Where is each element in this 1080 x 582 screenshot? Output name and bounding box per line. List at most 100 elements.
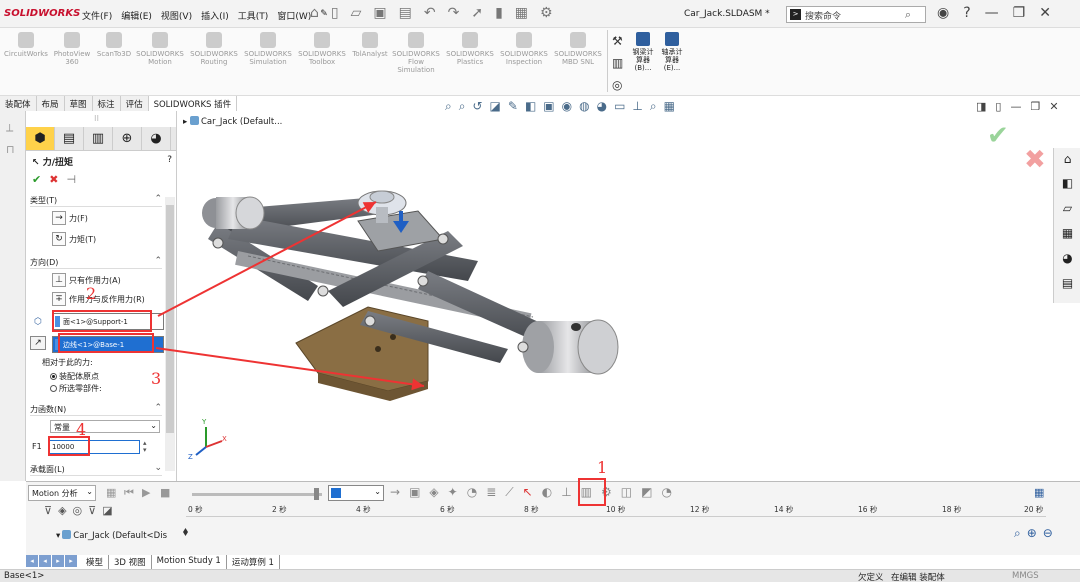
tab-layout[interactable]: 布局 [36, 96, 65, 111]
tab-evaluate[interactable]: 评估 [120, 96, 149, 111]
motion-tree-row[interactable]: ▾ Car_Jack (Default<Dis [56, 530, 167, 541]
zoom-to-fit-timeline-icon[interactable]: ⌕ [1014, 526, 1021, 541]
collapse-chevron-icon[interactable]: ⌃ [154, 403, 162, 413]
rebuild-icon[interactable]: ▮ [495, 5, 503, 21]
save-icon[interactable]: ▣ [373, 5, 386, 21]
ribbon-simulation[interactable]: SOLIDWORKS Simulation [242, 32, 294, 66]
type-section-header[interactable]: 类型(T) ⌃ [30, 194, 162, 207]
file-properties-icon[interactable]: ▦ [515, 5, 528, 21]
status-units[interactable]: MMGS [1012, 571, 1039, 581]
restore-icon[interactable]: ❐ [1013, 5, 1026, 21]
radio-assembly-origin[interactable]: 装配体原点 [50, 371, 99, 382]
menu-edit[interactable]: 编辑(E) [121, 9, 152, 22]
force-tool-icon[interactable]: ↖ [523, 485, 533, 500]
direction-action-reaction-option[interactable]: ∓ 作用力与反作用力(R) [52, 292, 145, 306]
calculate-icon[interactable]: ▦ [106, 486, 116, 499]
ribbon-flow-simulation[interactable]: SOLIDWORKS Flow Simulation [390, 32, 442, 74]
motor-icon[interactable]: ◔ [467, 485, 477, 500]
ribbon-tolanalyst[interactable]: TolAnalyst [344, 32, 396, 58]
prev-tab-icon[interactable]: ◂ [39, 555, 51, 567]
play-from-start-icon[interactable]: ⏮ [124, 486, 134, 500]
select-icon[interactable]: ➚ [471, 5, 483, 21]
tab-3d-view[interactable]: 3D 视图 [109, 555, 152, 569]
pushpin-icon[interactable]: ⊣ [66, 173, 76, 186]
car-jack-model[interactable]: X Y Z [178, 111, 1053, 481]
expand-arrow-icon[interactable]: ▾ [56, 531, 60, 541]
bearing-icon[interactable]: ◎ [612, 78, 623, 92]
menu-view[interactable]: 视图(V) [161, 9, 192, 22]
ribbon-plastics[interactable]: SOLIDWORKS Plastics [444, 32, 496, 66]
appearances-icon[interactable]: ◕ [1060, 251, 1075, 266]
panel-grip-icon[interactable]: ⁝⁝ [94, 114, 99, 123]
tab-markup[interactable]: 标注 [92, 96, 121, 111]
account-icon[interactable]: ◉ [937, 5, 949, 21]
print-icon[interactable]: ▤ [399, 5, 412, 21]
ok-icon[interactable]: ✔ [32, 173, 41, 186]
options-gear-icon[interactable]: ⚙ [540, 5, 553, 21]
tab-motion-study-1[interactable]: Motion Study 1 [152, 555, 227, 569]
slider-knob[interactable] [314, 488, 319, 500]
arrow-forward-icon[interactable]: → [390, 485, 400, 500]
tab-addins[interactable]: SOLIDWORKS 插件 [148, 96, 238, 111]
contact-icon[interactable]: ◐ [542, 485, 552, 500]
spin-stepper-icon[interactable]: ▴ ▾ [143, 440, 147, 454]
zoom-in-timeline-icon[interactable]: ⊕ [1027, 526, 1037, 541]
study-type-select[interactable]: Motion 分析 ⌄ [28, 485, 96, 501]
file-explorer-icon[interactable]: ▱ [1060, 201, 1075, 216]
ribbon-bearing-calculator[interactable]: 轴承计算器 (E)... [659, 32, 685, 72]
playback-slider[interactable] [192, 488, 322, 500]
view-palette-icon[interactable]: ▦ [1060, 226, 1075, 241]
damper-icon[interactable]: ⟋ [505, 485, 513, 500]
stop-icon[interactable]: ■ [160, 486, 170, 499]
tab-motion-study-cn[interactable]: 运动算例 1 [226, 555, 280, 569]
direction-section-header[interactable]: 方向(D) ⌃ [30, 256, 162, 269]
save-animation-icon[interactable]: ▣ [409, 485, 420, 500]
menu-file[interactable]: 文件(F) [82, 9, 112, 22]
filter-animated-icon[interactable]: ◈ [58, 504, 66, 517]
playback-speed-select[interactable]: ⌄ [328, 485, 384, 501]
direction-arrow-icon[interactable]: ↗ [30, 336, 46, 350]
simulation-setup-icon[interactable]: ◩ [641, 485, 652, 500]
search-icon[interactable]: ⌕ [905, 8, 911, 22]
play-icon[interactable]: ▶ [142, 486, 150, 499]
config-manager-tab-icon[interactable]: ▥ [84, 127, 113, 150]
scroll-thumb[interactable] [166, 205, 174, 433]
design-library-icon[interactable]: ◧ [1060, 176, 1075, 191]
ribbon-circuitworks[interactable]: CircuitWorks [0, 32, 52, 58]
spring-icon[interactable]: ≣ [486, 485, 496, 500]
open-folder-icon[interactable]: ▱ [351, 5, 362, 21]
zoom-out-timeline-icon[interactable]: ⊖ [1043, 526, 1053, 541]
ribbon-scanto3d[interactable]: ScanTo3D [88, 32, 140, 58]
collapse-chevron-icon[interactable]: ⌃ [154, 256, 162, 266]
motion-table-icon[interactable]: ▦ [1034, 486, 1044, 499]
ribbon-inspection[interactable]: SOLIDWORKS Inspection [498, 32, 550, 66]
menu-insert[interactable]: 插入(I) [201, 9, 229, 22]
custom-properties-icon[interactable]: ▤ [1060, 276, 1075, 291]
animation-wizard-icon[interactable]: ◈ [429, 485, 438, 500]
options-icon[interactable]: ◔ [661, 485, 671, 500]
type-torque-option[interactable]: ↻ 力矩(T) [52, 232, 96, 246]
minimize-icon[interactable]: — [985, 5, 999, 21]
autokey-icon[interactable]: ✦ [448, 485, 458, 500]
smart-dimension-icon[interactable]: ⟂ [6, 121, 13, 135]
undo-icon[interactable]: ↶ [424, 5, 436, 21]
plot-icon[interactable]: ◫ [621, 485, 632, 500]
pm-scrollbar[interactable] [165, 197, 175, 471]
filter-results-icon[interactable]: ◪ [102, 504, 112, 517]
property-manager-tab-icon[interactable]: ▤ [55, 127, 84, 150]
tab-sketch[interactable]: 草图 [64, 96, 93, 111]
dimxpert-tab-icon[interactable]: ⊕ [113, 127, 142, 150]
timeline-ruler[interactable]: 0 秒 2 秒 4 秒 6 秒 8 秒 10 秒 12 秒 14 秒 16 秒 … [186, 503, 1046, 517]
expand-chevron-icon[interactable]: ⌄ [154, 463, 162, 473]
home-icon[interactable]: ⌂ [310, 5, 319, 21]
function-section-header[interactable]: 力函数(N) ⌃ [30, 403, 162, 416]
gravity-icon[interactable]: ⊥ [561, 485, 571, 500]
ribbon-routing[interactable]: SOLIDWORKS Routing [188, 32, 240, 66]
search-input[interactable]: > 搜索命令 ⌕ [786, 6, 926, 23]
beam-icon[interactable]: ▥ [612, 56, 623, 70]
sketch-line-icon[interactable]: ⊓ [6, 143, 15, 156]
tab-model[interactable]: 模型 [81, 555, 110, 569]
last-tab-icon[interactable]: ▸ [65, 555, 77, 567]
help-icon[interactable]: ? [963, 5, 970, 21]
hammer-icon[interactable]: ⚒ [612, 34, 623, 48]
